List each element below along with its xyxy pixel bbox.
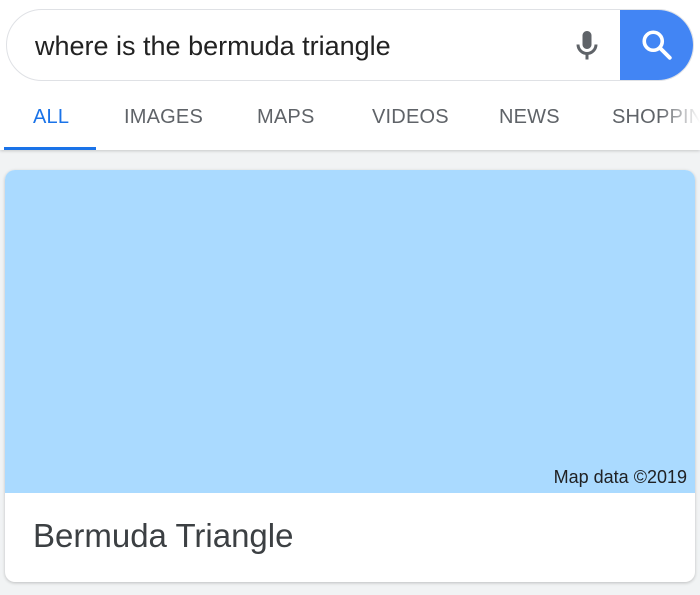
tab-images[interactable]: IMAGES — [124, 106, 203, 129]
search-results-page: where is the bermuda triangle ALL IMAGES… — [0, 0, 700, 595]
result-title[interactable]: Bermuda Triangle — [33, 516, 293, 556]
search-header: where is the bermuda triangle ALL IMAGES… — [0, 0, 700, 150]
tab-all[interactable]: ALL — [33, 106, 69, 129]
search-input[interactable]: where is the bermuda triangle — [35, 28, 391, 64]
map-result-card[interactable]: Map data ©2019 Bermuda Triangle — [5, 170, 695, 582]
search-button[interactable] — [620, 10, 693, 80]
tab-news[interactable]: NEWS — [499, 106, 560, 129]
map-attribution: Map data ©2019 — [553, 467, 687, 487]
search-tabs: ALL IMAGES MAPS VIDEOS NEWS SHOPPIN — [0, 96, 700, 150]
tab-maps[interactable]: MAPS — [257, 106, 314, 129]
magnifier-icon — [642, 30, 672, 60]
search-bar[interactable]: where is the bermuda triangle — [6, 9, 694, 81]
map-view[interactable]: Map data ©2019 — [5, 170, 695, 493]
microphone-icon[interactable] — [569, 28, 605, 64]
tab-overflow-fade — [660, 96, 700, 150]
tab-videos[interactable]: VIDEOS — [372, 106, 449, 129]
active-tab-indicator — [4, 147, 96, 150]
